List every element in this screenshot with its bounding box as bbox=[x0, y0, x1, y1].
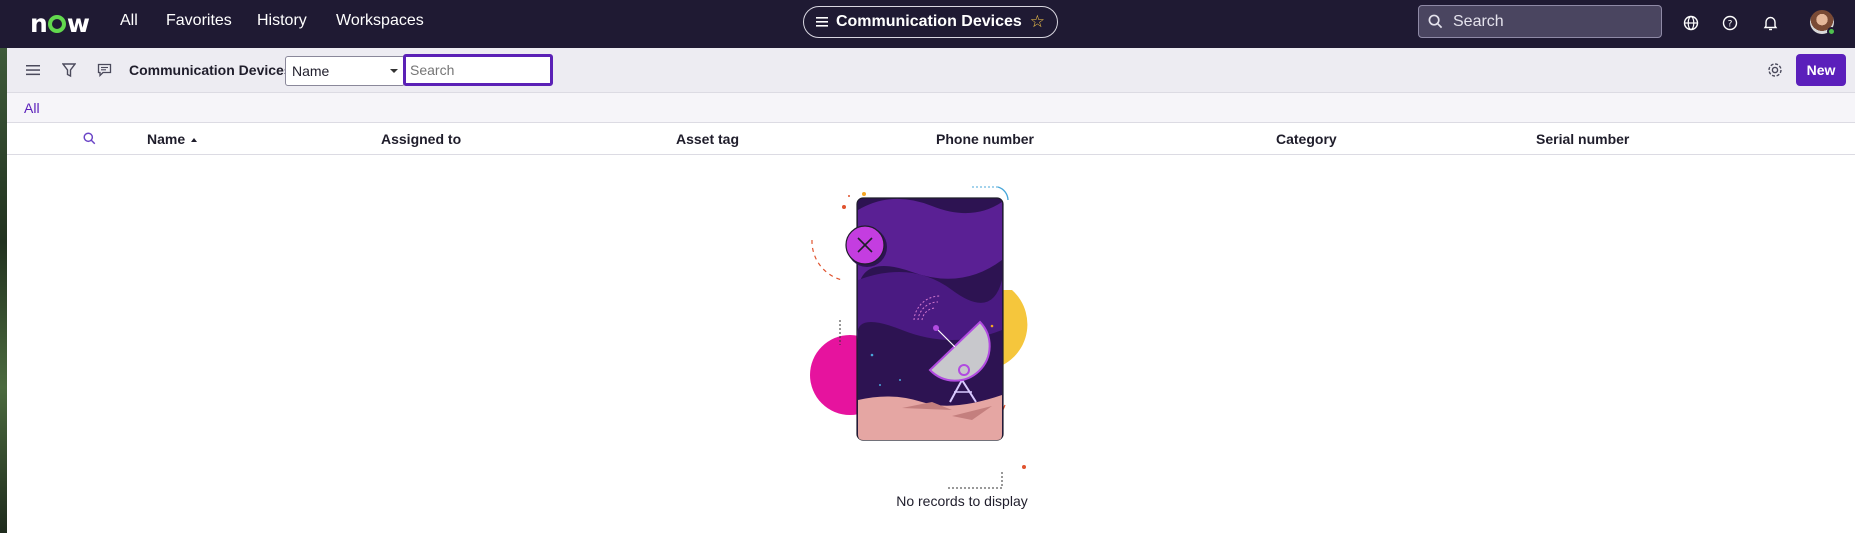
global-search-input[interactable]: Search bbox=[1418, 5, 1662, 38]
list-search-input[interactable] bbox=[403, 54, 553, 86]
servicenow-logo[interactable]: nw bbox=[30, 9, 90, 38]
nav-history[interactable]: History bbox=[257, 12, 307, 30]
nav-all[interactable]: All bbox=[120, 12, 138, 30]
column-header-assigned-to[interactable]: Assigned to bbox=[381, 131, 461, 147]
comment-bubble-icon[interactable] bbox=[95, 61, 113, 79]
list-icon bbox=[815, 17, 828, 27]
presence-online-indicator bbox=[1827, 27, 1836, 36]
column-header-name[interactable]: Name bbox=[147, 131, 198, 147]
new-record-button[interactable]: New bbox=[1796, 54, 1846, 86]
filter-icon[interactable] bbox=[60, 61, 78, 79]
nav-favorites[interactable]: Favorites bbox=[166, 12, 232, 30]
user-avatar[interactable] bbox=[1810, 10, 1836, 36]
column-header-asset-tag[interactable]: Asset tag bbox=[676, 131, 739, 147]
global-search-placeholder: Search bbox=[1453, 12, 1504, 30]
svg-text:?: ? bbox=[1728, 20, 1733, 30]
desktop-background-strip bbox=[0, 48, 7, 533]
settings-gear-icon[interactable] bbox=[1766, 61, 1784, 79]
hamburger-menu-icon[interactable] bbox=[24, 61, 42, 79]
list-title: Communication Devices bbox=[129, 62, 292, 78]
context-title-pill[interactable]: Communication Devices ☆ bbox=[803, 6, 1058, 38]
nav-workspaces[interactable]: Workspaces bbox=[336, 12, 424, 30]
notifications-bell-icon[interactable] bbox=[1760, 13, 1780, 33]
breadcrumb: All bbox=[7, 93, 1855, 123]
column-search-icon[interactable] bbox=[83, 132, 97, 146]
sort-ascending-icon bbox=[191, 138, 198, 142]
column-header-name-label: Name bbox=[147, 131, 186, 147]
search-icon bbox=[1428, 14, 1443, 29]
favorite-star-icon[interactable]: ☆ bbox=[1030, 12, 1045, 32]
empty-state-satellite-illustration bbox=[810, 186, 1028, 489]
column-header-serial-number[interactable]: Serial number bbox=[1536, 131, 1629, 147]
chevron-down-icon bbox=[390, 69, 398, 73]
list-toolbar: Communication Devices Name New bbox=[7, 48, 1855, 93]
column-header-phone-number[interactable]: Phone number bbox=[936, 131, 1034, 147]
globe-icon[interactable] bbox=[1681, 13, 1701, 33]
empty-state-message: No records to display bbox=[896, 493, 1028, 509]
breadcrumb-all[interactable]: All bbox=[24, 100, 40, 116]
search-field-select-value: Name bbox=[292, 63, 330, 79]
table-body: No records to display bbox=[7, 155, 1855, 533]
table-header-row: Name Assigned to Asset tag Phone number … bbox=[7, 123, 1855, 155]
context-title: Communication Devices bbox=[835, 13, 1022, 30]
help-icon[interactable]: ? bbox=[1720, 13, 1740, 33]
column-header-category[interactable]: Category bbox=[1276, 131, 1337, 147]
search-field-select[interactable]: Name bbox=[285, 56, 405, 86]
top-navigation-bar: nw All Favorites History Workspaces Comm… bbox=[0, 0, 1855, 48]
